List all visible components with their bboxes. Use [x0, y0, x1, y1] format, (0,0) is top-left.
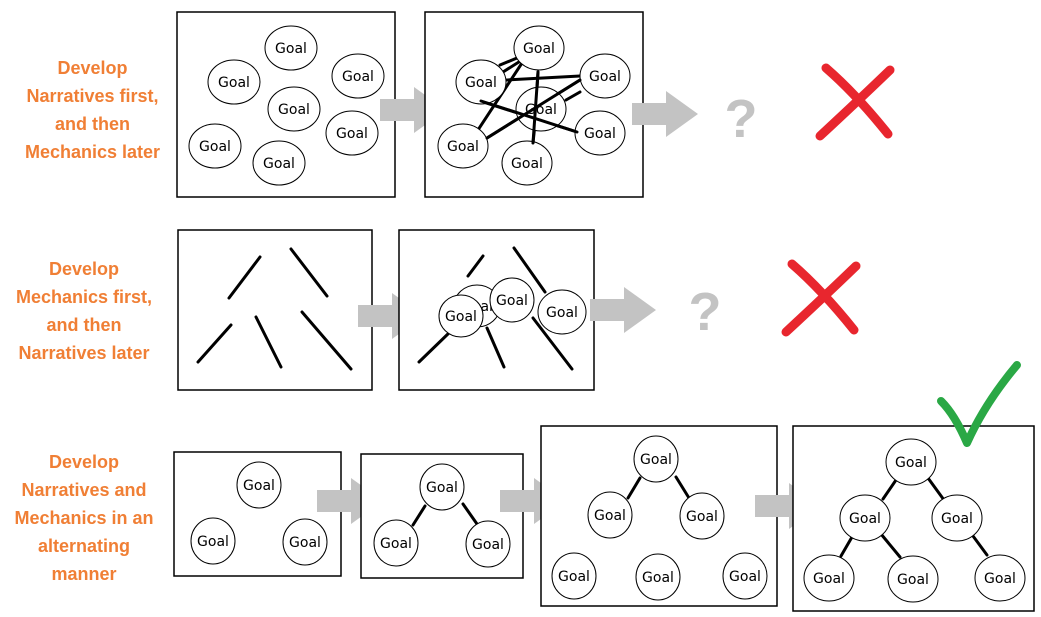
goal-node-label: Goal: [984, 571, 1016, 587]
goal-node: Goal: [188, 123, 242, 169]
goal-node-label: Goal: [496, 293, 528, 309]
goal-node: Goal: [633, 435, 679, 483]
goal-node: Goal: [190, 517, 236, 565]
goal-node: Goal: [587, 491, 633, 539]
goal-node: Goal: [887, 555, 939, 603]
goal-node-label: Goal: [523, 41, 555, 57]
goal-node-label: Goal: [941, 511, 973, 527]
goal-node: Goal: [579, 53, 631, 99]
goal-node-label: Goal: [289, 535, 321, 551]
goal-node: Goal: [501, 140, 553, 186]
goal-node: Goal: [419, 463, 465, 511]
goal-node-label: Goal: [199, 139, 231, 155]
goal-node-label: Goal: [218, 75, 250, 91]
goal-node-label: Goal: [380, 536, 412, 552]
goal-node-label: Goal: [584, 126, 616, 142]
goal-node-label: Goal: [546, 305, 578, 321]
goal-node: Goal: [282, 518, 328, 566]
goal-node-label: Goal: [642, 570, 674, 586]
goal-node: Goal: [679, 492, 725, 540]
goal-node-label: Goal: [243, 478, 275, 494]
goal-node-label: Goal: [589, 69, 621, 85]
goal-node: Goal: [551, 552, 597, 600]
row2-panel-1: [177, 229, 373, 391]
goal-node: Goal: [438, 294, 484, 338]
goal-node: Goal: [537, 289, 587, 335]
goal-node-label: Goal: [849, 511, 881, 527]
question-mark-icon: ?: [725, 89, 758, 149]
goal-node-label: Goal: [342, 69, 374, 85]
goal-node: Goal: [331, 53, 385, 99]
goal-node: Goal: [931, 494, 983, 542]
goal-node: Goal: [803, 554, 855, 602]
goal-node: Goal: [513, 25, 565, 71]
goal-node-label: Goal: [426, 480, 458, 496]
goal-node-label: Goal: [594, 508, 626, 524]
red-cross-icon: [815, 63, 895, 141]
goal-node-label: Goal: [447, 139, 479, 155]
goal-node: Goal: [437, 123, 489, 169]
goal-node: Goal: [635, 553, 681, 601]
goal-node: Goal: [455, 59, 507, 105]
red-cross-icon: [781, 259, 861, 337]
goal-node-label: Goal: [263, 156, 295, 172]
goal-node: Goal: [574, 110, 626, 156]
goal-node-label: Goal: [472, 537, 504, 553]
goal-node-label: Goal: [278, 102, 310, 118]
goal-node: Goal: [325, 110, 379, 156]
goal-node-label: Goal: [640, 452, 672, 468]
goal-node: Goal: [885, 438, 937, 486]
goal-node-label: Goal: [558, 569, 590, 585]
diagram-canvas: Goal Goal Goal Goal Goal Goal Goal Goal Goal Goal…: [173, 11, 1035, 612]
goal-node: Goal: [264, 25, 318, 71]
goal-node: Goal: [839, 494, 891, 542]
goal-node: Goal: [974, 554, 1026, 602]
question-mark-icon: ?: [689, 282, 722, 342]
flow-arrow-icon: [590, 287, 656, 333]
goal-node-label: Goal: [445, 309, 477, 325]
goal-node: Goal: [236, 461, 282, 509]
goal-node: Goal: [722, 552, 768, 600]
goal-node: Goal: [373, 519, 419, 567]
goal-node-label: Goal: [511, 156, 543, 172]
goal-node-label: Goal: [686, 509, 718, 525]
goal-node-label: Goal: [336, 126, 368, 142]
goal-node: Goal: [207, 59, 261, 105]
goal-node-label: Goal: [813, 571, 845, 587]
goal-node-label: Goal: [895, 455, 927, 471]
goal-node: Goal: [489, 277, 535, 323]
goal-node-label: Goal: [897, 572, 929, 588]
goal-node: Goal: [267, 86, 321, 132]
goal-node-label: Goal: [275, 41, 307, 57]
goal-node-label: Goal: [197, 534, 229, 550]
goal-node: Goal: [465, 520, 511, 568]
goal-node-label: Goal: [465, 75, 497, 91]
goal-node: Goal: [252, 140, 306, 186]
goal-node-label: Goal: [729, 569, 761, 585]
